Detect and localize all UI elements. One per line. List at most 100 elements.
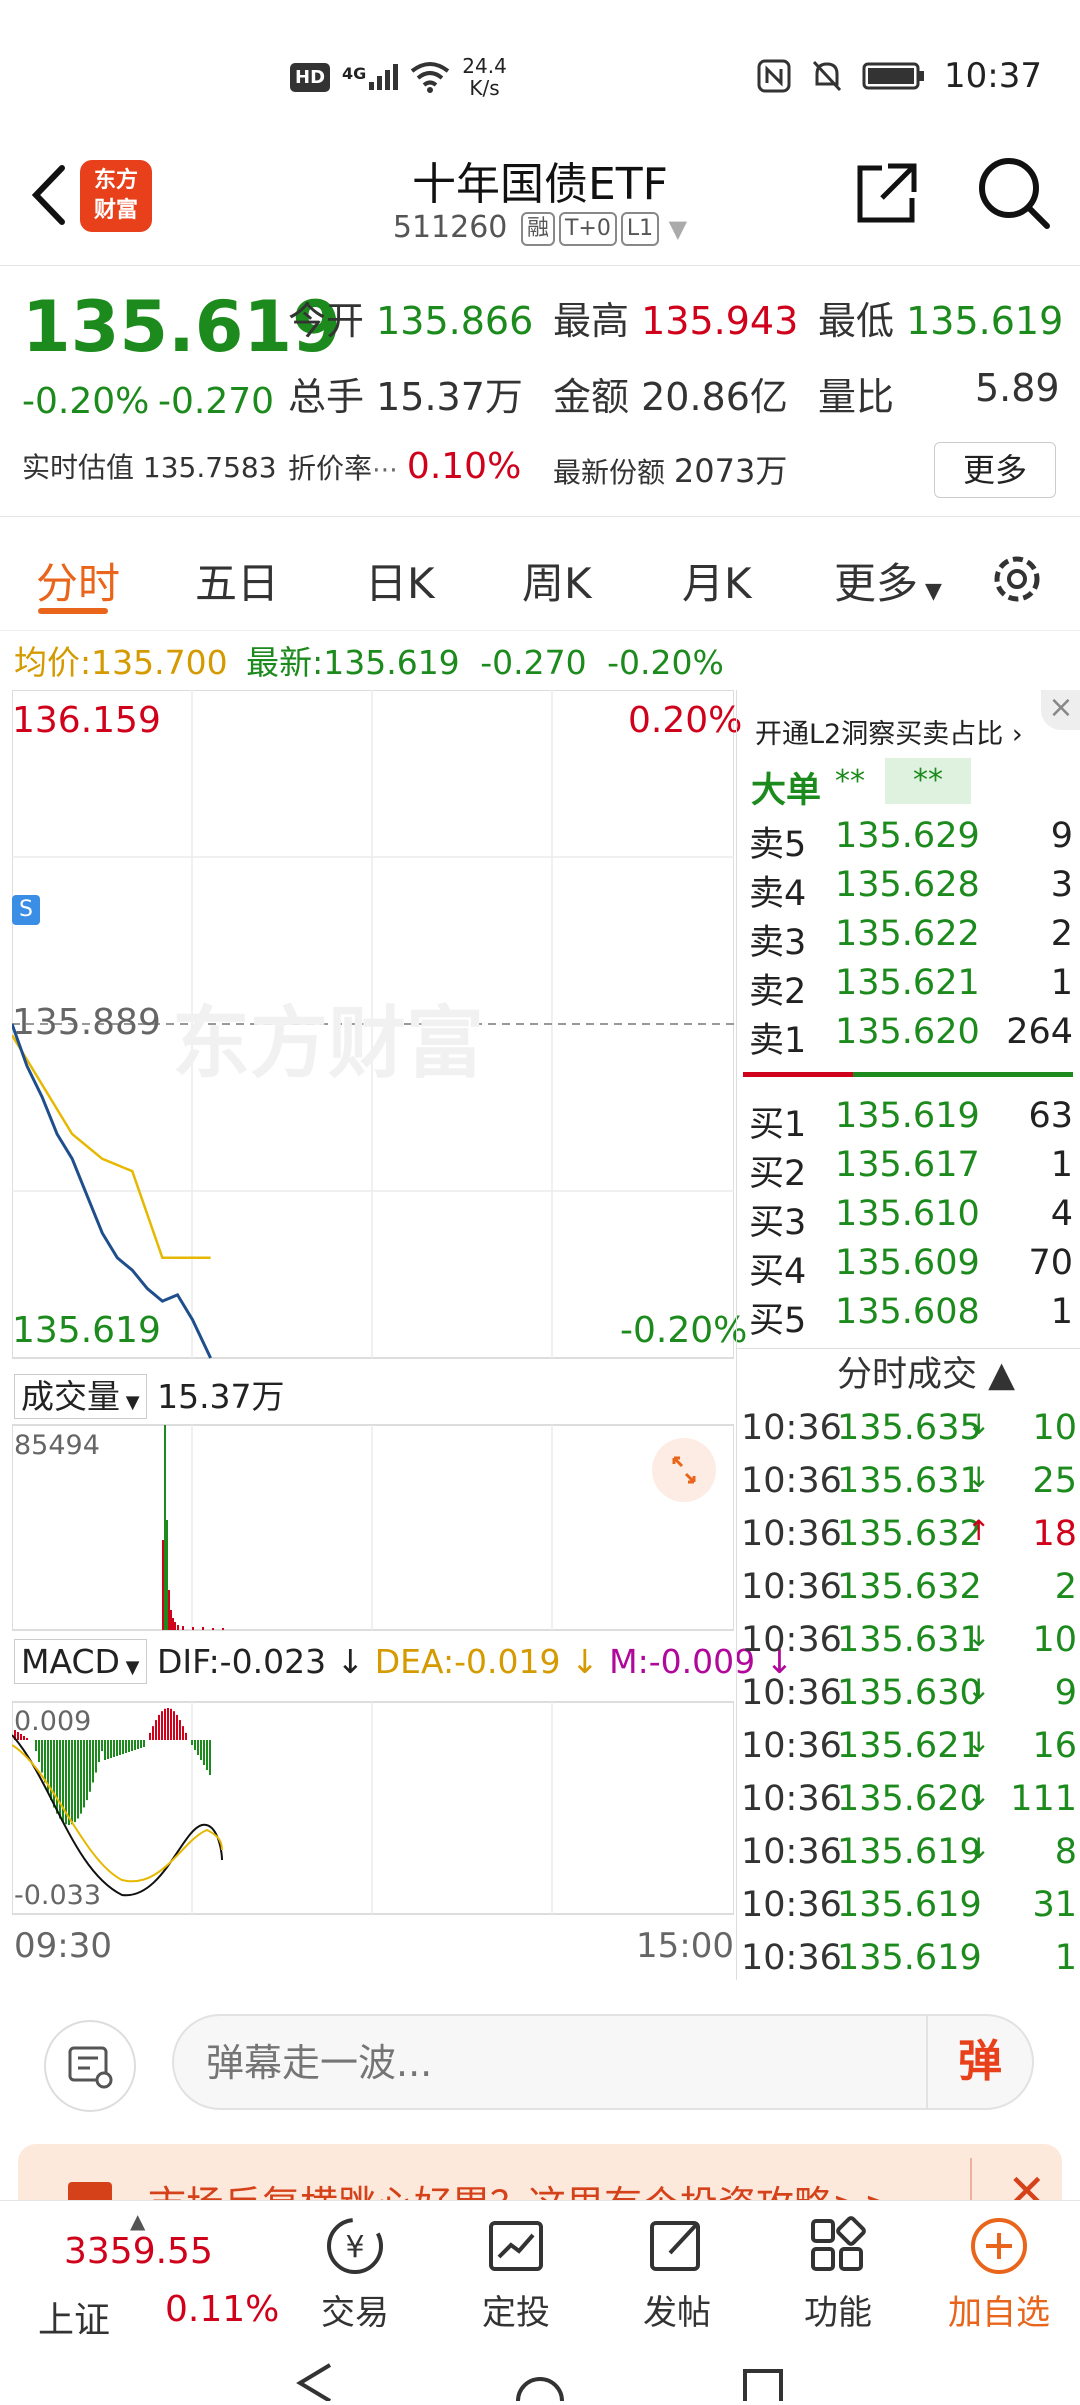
ask-price: 135.621 [835, 963, 980, 1003]
index-up-arrow-icon: ▲ [130, 2209, 146, 2233]
intraday-chart[interactable]: 东方财富 136.159 0.20% 135.889 135.619 -0.20… [12, 690, 793, 1980]
tick-row: 10:36 135.621 ↓ 16 [741, 1726, 1077, 1778]
macd-bar [119, 1740, 121, 1755]
tick-price: 135.619 [837, 1885, 982, 1925]
tab-monthly-k[interactable]: 月K [682, 550, 752, 611]
macd-axis-top: 0.009 [14, 1706, 92, 1737]
battery-icon [862, 62, 925, 90]
nav-add-watchlist[interactable]: 加自选 [919, 2213, 1079, 2334]
macd-bar [38, 1740, 40, 1762]
dropdown-triangle-icon[interactable]: ▼ [669, 215, 687, 243]
danmu-button[interactable]: 弹 [926, 2016, 1032, 2108]
info-dots-icon[interactable]: ⋯ [372, 455, 398, 485]
bid-volume: 4 [1050, 1194, 1073, 1234]
tab-intraday[interactable]: 分时 [36, 550, 120, 611]
more-quote-button[interactable]: 更多 [934, 442, 1056, 498]
index-value: 3359.55 [64, 2231, 213, 2272]
macd-bar [176, 1714, 178, 1740]
macd-bar [173, 1711, 175, 1740]
tick-time: 10:36 [741, 1567, 842, 1607]
volume-bar [222, 1628, 224, 1630]
bid-price: 135.610 [835, 1194, 980, 1234]
macd-bar [83, 1740, 85, 1808]
nav-post[interactable]: 发帖 [597, 2213, 757, 2334]
tick-volume: 8 [1054, 1832, 1077, 1872]
tab-more[interactable]: 更多 ▼ [834, 550, 942, 611]
bid-price: 135.619 [835, 1096, 980, 1136]
danmu-input-box[interactable]: 弹 [172, 2014, 1034, 2110]
macd-bar [191, 1740, 193, 1745]
ask-row[interactable]: 卖1 135.620 264 [743, 1012, 1073, 1061]
tick-time: 10:36 [741, 1885, 842, 1925]
macd-axis-bottom: -0.033 [14, 1880, 102, 1911]
tick-price: 135.630 [837, 1673, 982, 1713]
ask-level: 卖4 [749, 874, 807, 914]
bid-row[interactable]: 买5 135.608 1 [743, 1292, 1073, 1341]
tick-volume: 111 [1010, 1779, 1077, 1819]
calendar-chart-icon [489, 2221, 543, 2271]
tab-daily-k[interactable]: 日K [365, 550, 435, 611]
volume-bar [170, 1610, 172, 1630]
nav-functions[interactable]: 功能 [758, 2213, 918, 2334]
bid-row[interactable]: 买2 135.617 1 [743, 1145, 1073, 1194]
bid-level: 买2 [749, 1154, 807, 1194]
big-order-buy: ** [835, 764, 865, 799]
tick-volume: 10 [1032, 1620, 1077, 1660]
macd-bar [197, 1740, 199, 1755]
danmu-input[interactable] [204, 2038, 848, 2088]
macd-bar [167, 1708, 169, 1740]
volume-ratio-value: 5.89 [975, 366, 1060, 410]
level-tag: L1 [620, 211, 660, 246]
danmu-settings-icon[interactable] [44, 2020, 136, 2112]
ask-row[interactable]: 卖3 135.622 2 [743, 914, 1073, 963]
close-l2-icon[interactable]: × [1041, 690, 1080, 730]
index-ticker[interactable]: ▲ 3359.55 上证 0.11% [0, 2201, 290, 2351]
macd-bar [44, 1740, 46, 1783]
watermark: 东方财富 [172, 999, 484, 1089]
ask-level: 卖2 [749, 972, 807, 1012]
nav-invest-plan[interactable]: 定投 [436, 2213, 596, 2334]
time-axis-start: 09:30 [14, 1926, 112, 1966]
tick-row: 10:36 135.631 ↓ 25 [741, 1461, 1077, 1513]
l2-upgrade-link[interactable]: 开通L2洞察买卖占比 › [755, 712, 1023, 751]
tick-volume: 16 [1032, 1726, 1077, 1766]
ticks-title[interactable]: 分时成交 ▲ [837, 1346, 1015, 1397]
macd-bar [185, 1732, 187, 1740]
tab-five-day[interactable]: 五日 [195, 550, 279, 611]
macd-bar [155, 1720, 157, 1740]
macd-header[interactable]: MACD ▼ DIF:-0.023 ↓ DEA:-0.019 ↓ M:-0.00… [14, 1639, 793, 1684]
system-recents-icon [743, 2369, 783, 2405]
macd-bar [35, 1740, 37, 1752]
tick-direction: ↓ [967, 1726, 991, 1759]
gear-icon[interactable] [988, 550, 1046, 608]
expand-icon[interactable] [652, 1438, 716, 1502]
bid-volume: 63 [1028, 1096, 1073, 1136]
macd-bar [143, 1740, 145, 1747]
macd-bar [164, 1708, 166, 1740]
ask-row[interactable]: 卖4 135.628 3 [743, 865, 1073, 914]
search-icon[interactable] [975, 154, 1053, 232]
ask-row[interactable]: 卖2 135.621 1 [743, 963, 1073, 1012]
macd-bar [179, 1720, 181, 1740]
tick-time: 10:36 [741, 1673, 842, 1713]
bid-volume: 1 [1050, 1292, 1073, 1332]
tick-row: 10:36 135.619 31 [741, 1885, 1077, 1937]
s-marker-badge[interactable]: S [12, 895, 40, 925]
volume-selector[interactable]: 成交量 ▼ [14, 1374, 147, 1419]
tick-volume: 18 [1032, 1514, 1077, 1554]
share-icon[interactable] [852, 158, 922, 228]
index-name: 上证 [38, 2300, 111, 2341]
volume-header[interactable]: 成交量 ▼ 15.37万 [14, 1370, 285, 1419]
tick-time: 10:36 [741, 1832, 842, 1872]
bid-row[interactable]: 买3 135.610 4 [743, 1194, 1073, 1243]
tick-volume: 10 [1032, 1408, 1077, 1448]
nav-trade[interactable]: ¥ 交易 [275, 2213, 435, 2334]
tick-row: 10:36 135.632 2 [741, 1567, 1077, 1619]
tab-weekly-k[interactable]: 周K [522, 550, 592, 611]
macd-selector[interactable]: MACD ▼ [14, 1639, 147, 1684]
trade-yen-icon: ¥ [327, 2218, 383, 2274]
bid-row[interactable]: 买1 135.619 63 [743, 1096, 1073, 1145]
ask-row[interactable]: 卖5 135.629 9 [743, 816, 1073, 865]
bid-row[interactable]: 买4 135.609 70 [743, 1243, 1073, 1292]
shares-field: 最新份额 2073万 [553, 452, 788, 490]
